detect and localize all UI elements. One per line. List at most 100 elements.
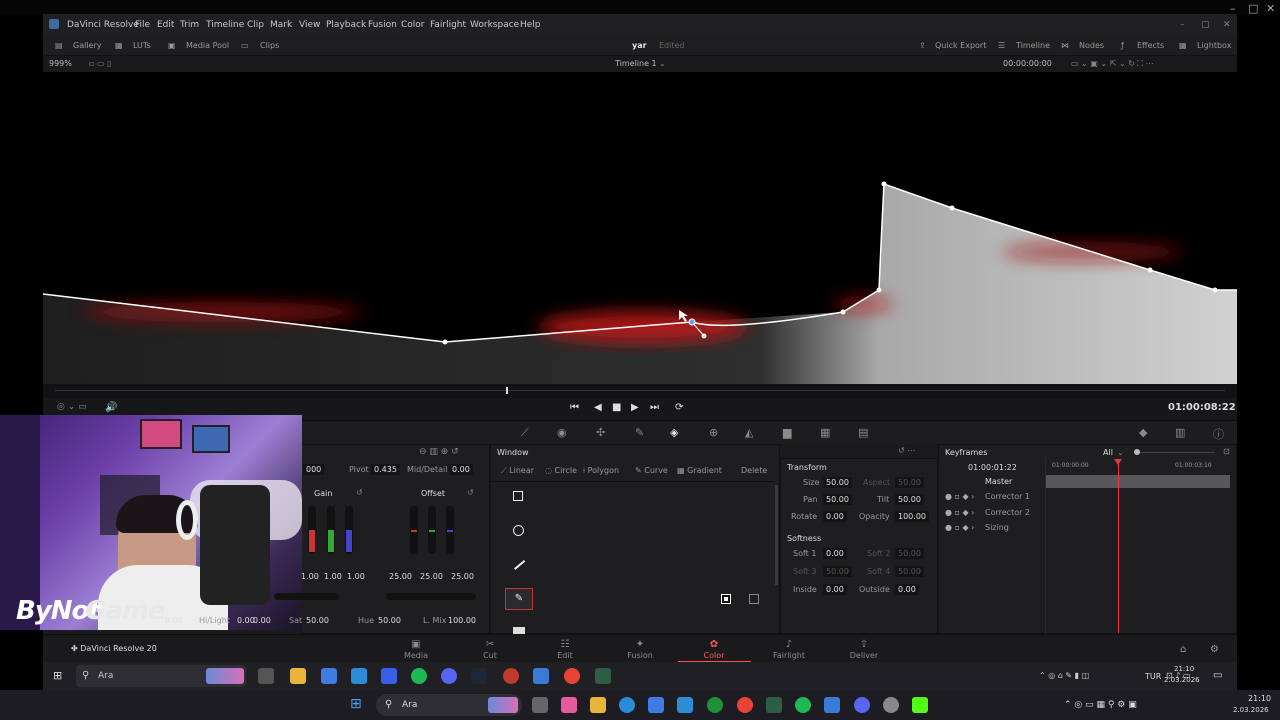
menu-fusion[interactable]: Fusion <box>368 20 397 30</box>
discord-icon[interactable] <box>854 697 870 713</box>
inner-clock-time[interactable]: 21:10 <box>1174 665 1194 673</box>
nodes-button[interactable]: Nodes <box>1079 41 1104 50</box>
tilt-field[interactable]: 50.00 <box>895 494 924 505</box>
timeline-select[interactable]: Timeline 1 <box>615 59 657 68</box>
master-wheel-offset[interactable] <box>386 593 476 600</box>
soft3-field[interactable]: 50.00 <box>823 566 852 577</box>
luts-button[interactable]: LUTs <box>133 41 151 50</box>
media-pool-button[interactable]: Media Pool <box>186 41 229 50</box>
curve-window-icon[interactable]: ✎ <box>505 588 533 610</box>
gain-blue-value[interactable]: 1.00 <box>347 572 365 581</box>
resolve-taskbar-icon[interactable] <box>766 697 782 713</box>
viewer-layout-icon[interactable]: ▫ ▭ ▯ <box>89 59 111 68</box>
viewer-timecode[interactable]: 00:00:00:00 <box>1003 59 1052 68</box>
keyframes-playhead[interactable] <box>1118 461 1119 633</box>
circle-window-button[interactable]: ◌ Circle <box>545 466 577 475</box>
search-box[interactable]: ⚲ Ara <box>376 694 522 716</box>
loop-icon[interactable]: ⟳ <box>675 402 683 413</box>
menu-color[interactable]: Color <box>401 20 425 30</box>
blur-tool-icon[interactable]: ▆ <box>783 426 791 439</box>
key-tool-icon[interactable]: ▦ <box>820 426 830 439</box>
master-track-bar[interactable] <box>1046 475 1230 488</box>
inner-tray-icons[interactable]: ⌃ ◎ ⌂ ✎ ▮ ◫ <box>1039 671 1089 680</box>
clips-button[interactable]: Clips <box>260 41 279 50</box>
menu-mark[interactable]: Mark <box>270 20 292 30</box>
info-icon[interactable]: ⓘ <box>1213 426 1224 442</box>
inner-language[interactable]: TUR <box>1145 672 1161 681</box>
clock-time[interactable]: 21:10 <box>1248 694 1271 703</box>
gain-red-value[interactable]: 1.00 <box>301 572 319 581</box>
chrome-icon[interactable] <box>564 668 580 684</box>
pan-field[interactable]: 50.00 <box>823 494 852 505</box>
linear-window-icon[interactable] <box>514 559 525 570</box>
soft4-field[interactable]: 50.00 <box>895 566 924 577</box>
circle-window-icon[interactable] <box>513 525 524 536</box>
menu-file[interactable]: File <box>135 20 150 30</box>
app-icon[interactable] <box>883 697 899 713</box>
keyframes-zoom-slider[interactable] <box>1135 452 1215 453</box>
mail-icon[interactable] <box>677 697 693 713</box>
primaries-header-icons[interactable]: ⊖ ▥ ⊕ ↺ <box>419 447 459 457</box>
xbox-icon[interactable] <box>707 697 723 713</box>
app-minimize-icon[interactable]: – <box>1180 20 1185 30</box>
track-master[interactable]: Master <box>985 477 1012 486</box>
track-sizing[interactable]: Sizing <box>985 523 1009 532</box>
offset-reset-icon[interactable]: ↺ <box>467 488 474 497</box>
page-cut[interactable]: ✂ Cut <box>465 639 515 660</box>
soft1-field[interactable]: 0.00 <box>823 548 847 559</box>
inside-field[interactable]: 0.00 <box>823 584 847 595</box>
window-invert-icon[interactable] <box>721 594 731 604</box>
magic-mask-icon[interactable]: ◭ <box>745 426 753 439</box>
window-mask-icon[interactable] <box>749 594 759 604</box>
steam-icon[interactable] <box>471 668 487 684</box>
gain-blue-slider[interactable] <box>345 506 353 554</box>
track-controls-icon[interactable]: ● ▫ ◆ › <box>945 492 974 501</box>
offset-red-value[interactable]: 25.00 <box>389 572 412 581</box>
transform-reset-icon[interactable]: ↺ ⋯ <box>898 446 915 455</box>
go-to-start-icon[interactable]: ⏮ <box>570 402 579 413</box>
outside-field[interactable]: 0.00 <box>895 584 919 595</box>
zoom-select[interactable]: 999% <box>49 59 72 68</box>
playhead-marker-icon[interactable] <box>1114 459 1122 465</box>
tray-icons[interactable]: ⌃ ◎ ▭ ▦ ⚲ ⚙ ▣ <box>1064 700 1137 710</box>
curves-tool-icon[interactable]: ⟋ <box>521 426 529 440</box>
size-field[interactable]: 50.00 <box>823 477 852 488</box>
app-restore-icon[interactable]: ▢ <box>1201 20 1210 30</box>
inner-clock-date[interactable]: 2.03.2026 <box>1164 676 1200 684</box>
warper-tool-icon[interactable]: ◉ <box>557 426 567 439</box>
track-controls-icon[interactable]: ● ▫ ◆ › <box>945 523 974 532</box>
menu-clip[interactable]: Clip <box>247 20 264 30</box>
tracker-tool-icon[interactable]: ⊕ <box>709 426 718 439</box>
track-corrector-2[interactable]: Corrector 2 <box>985 508 1030 517</box>
offset-blue-value[interactable]: 25.00 <box>451 572 474 581</box>
keyframes-toggle-icon[interactable]: ◆ <box>1139 426 1147 439</box>
keyframes-filter[interactable]: All <box>1103 448 1113 457</box>
lummix-field[interactable]: 100.00 <box>445 615 479 626</box>
page-fairlight[interactable]: ♪ Fairlight <box>764 639 814 660</box>
viewer-options-icon[interactable]: ▭ ⌄ ▣ ⌄ ⇱ ⌄ ↻ ⛶ ⋯ <box>1071 59 1154 69</box>
curve-point[interactable] <box>1147 267 1153 273</box>
polygon-window-button[interactable]: ⟊ Polygon <box>583 466 619 476</box>
aspect-field[interactable]: 50.00 <box>895 477 924 488</box>
delete-window-button[interactable]: Delete <box>741 466 767 475</box>
close-icon[interactable]: ✕ <box>1266 2 1275 15</box>
viewer[interactable] <box>43 72 1237 384</box>
task-view-icon[interactable] <box>532 697 548 713</box>
menu-playback[interactable]: Playback <box>326 20 366 30</box>
file-explorer-icon[interactable] <box>590 697 606 713</box>
home-icon[interactable]: ⌂ <box>1180 644 1186 655</box>
stop-icon[interactable]: ■ <box>612 402 621 413</box>
curve-point-selected[interactable] <box>688 318 696 326</box>
timeline-button[interactable]: Timeline <box>1016 41 1050 50</box>
play-icon[interactable]: ▶ <box>631 402 639 413</box>
menu-workspace[interactable]: Workspace <box>470 20 519 30</box>
gain-reset-icon[interactable]: ↺ <box>356 488 363 497</box>
track-corrector-1[interactable]: Corrector 1 <box>985 492 1030 501</box>
keyframes-expand-icon[interactable]: ⊡ <box>1223 447 1230 456</box>
scopes-icon[interactable]: ▥ <box>1175 426 1185 439</box>
gain-green-slider[interactable] <box>327 506 335 554</box>
menu-edit[interactable]: Edit <box>157 20 174 30</box>
maximize-icon[interactable]: □ <box>1248 2 1258 15</box>
gradient-window-button[interactable]: ▦ Gradient <box>677 466 722 475</box>
curve-point[interactable] <box>840 309 846 315</box>
